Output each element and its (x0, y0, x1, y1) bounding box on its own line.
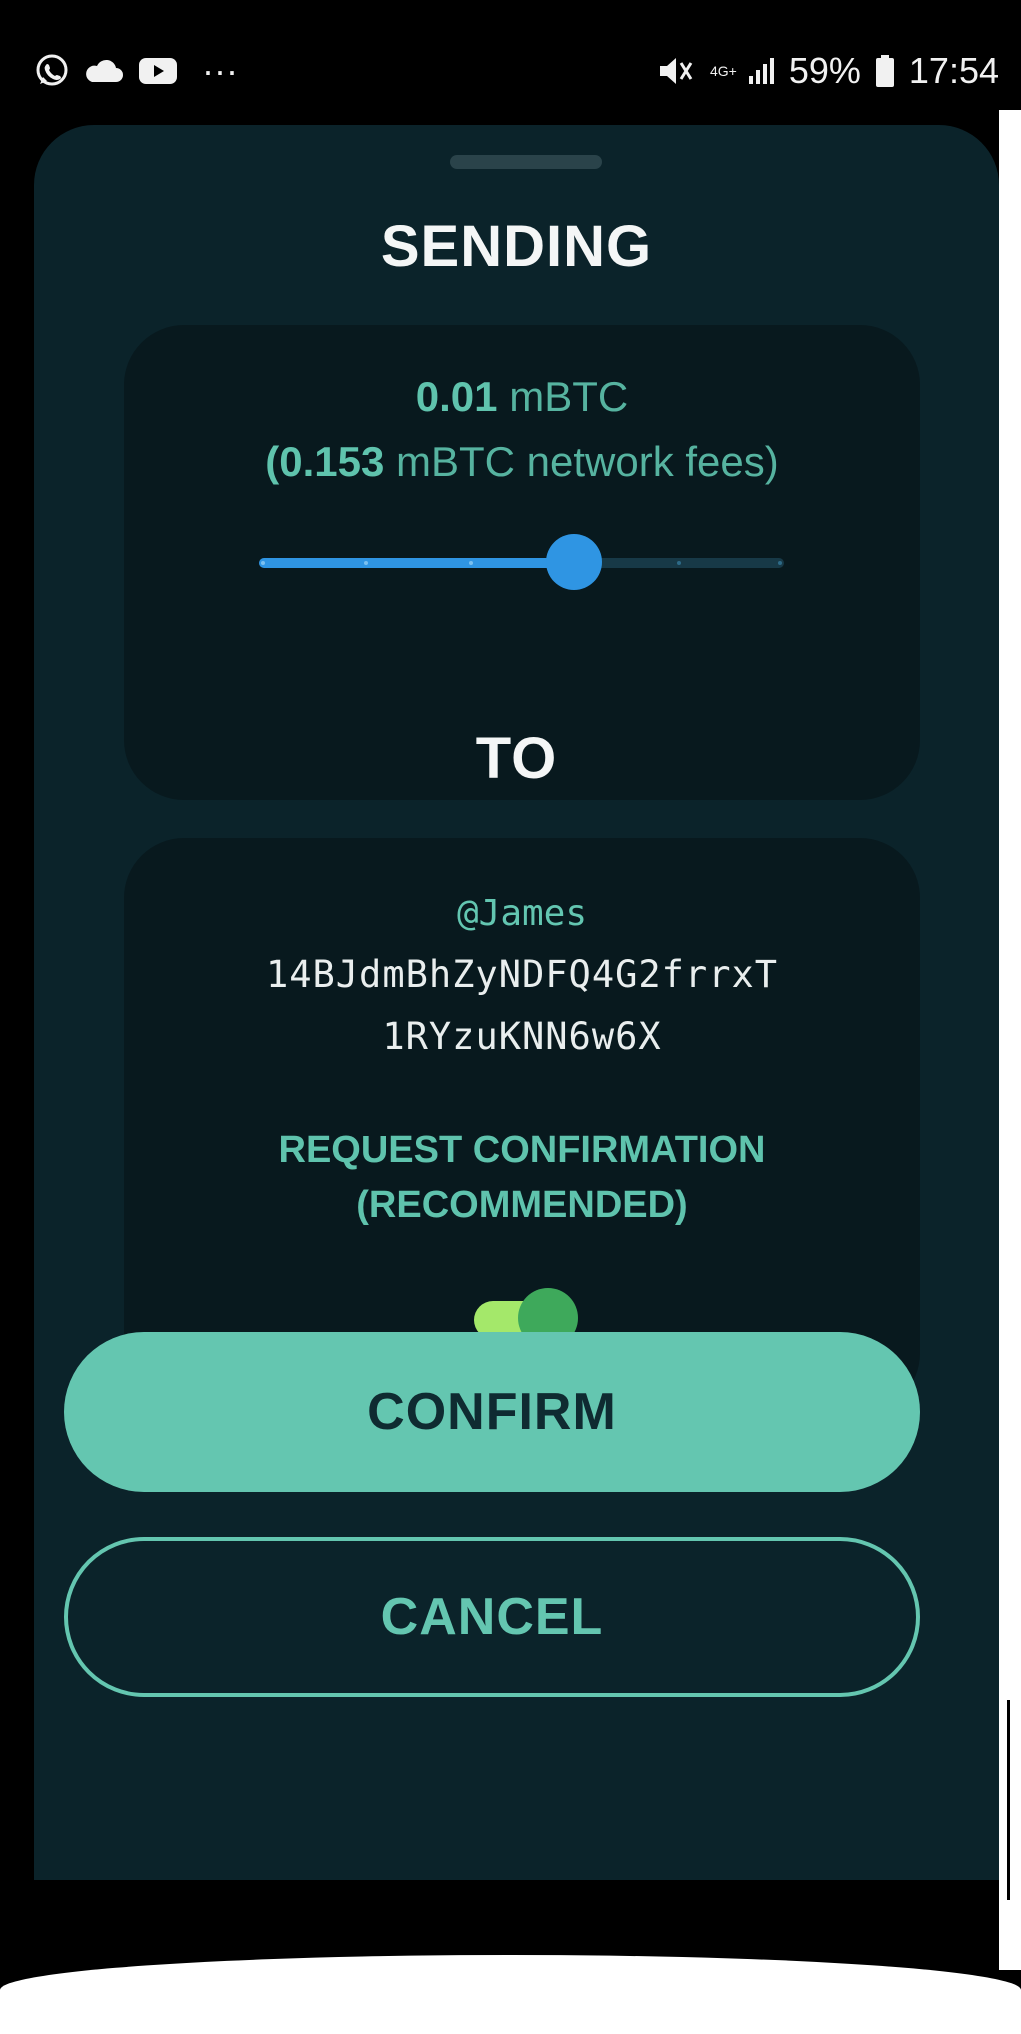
fee-slider-thumb[interactable] (546, 534, 602, 590)
clock: 17:54 (908, 50, 999, 91)
fee-line: (0.153 mBTC network fees) (124, 438, 920, 486)
fee-slider-tick (778, 561, 782, 565)
to-title: TO (475, 726, 558, 791)
status-bar: ··· 4G+ 59% 17:54 (34, 32, 999, 110)
fee-slider-tick (261, 561, 265, 565)
network-type: 4G+ (709, 63, 737, 79)
cloud-icon (84, 56, 124, 86)
fee-slider-tick (469, 561, 473, 565)
cancel-button[interactable]: CANCEL (64, 1537, 920, 1697)
recipient-address-line1: 14BJdmBhZyNDFQ4G2frrxT (265, 953, 779, 996)
signal-icon (747, 56, 775, 86)
recipient-name: @James (456, 893, 588, 934)
status-bar-left: ··· (34, 50, 238, 92)
fee-slider-fill (259, 558, 574, 568)
fee-open-paren: ( (265, 438, 280, 485)
whatsapp-icon (34, 53, 70, 89)
sending-title: SENDING (380, 214, 653, 279)
recipient-card: @James 14BJdmBhZyNDFQ4G2frrxT 1RYzuKNN6w… (124, 838, 920, 1413)
mute-icon (656, 54, 696, 88)
amount-line: 0.01 mBTC (124, 373, 920, 421)
status-bar-right: 4G+ 59% 17:54 (656, 50, 999, 92)
confirm-button[interactable]: CONFIRM (64, 1332, 920, 1492)
drag-handle[interactable] (450, 155, 602, 169)
device-frame-line (1007, 1700, 1010, 1900)
recipient-address-line2: 1RYzuKNN6w6X (382, 1015, 662, 1058)
amount-value: 0.01 (415, 373, 498, 420)
device-frame-edge (999, 110, 1021, 1970)
fee-slider[interactable] (259, 534, 784, 590)
fee-slider-tick (677, 561, 681, 565)
request-confirmation-label: REQUEST CONFIRMATION (278, 1129, 766, 1171)
youtube-icon (138, 56, 178, 86)
device-frame-bottom (0, 1955, 1021, 2034)
request-confirmation-note: (RECOMMENDED) (356, 1184, 688, 1226)
fee-value: 0.153 (279, 438, 385, 485)
fee-unit: mBTC network fees) (396, 438, 779, 485)
battery-icon (875, 54, 895, 88)
battery-percent: 59% (788, 50, 861, 91)
fee-slider-tick (364, 561, 368, 565)
more-icon: ··· (202, 50, 238, 91)
amount-unit: mBTC (509, 373, 629, 420)
